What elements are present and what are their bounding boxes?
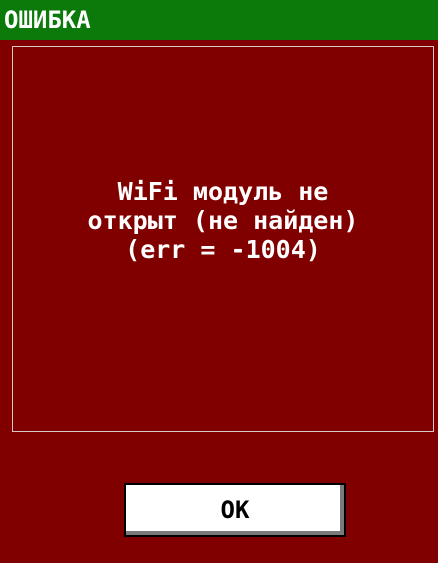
dialog-body: WiFi модуль не открыт (не найден) (err =… — [0, 40, 438, 563]
dialog-title: ОШИБКА — [0, 0, 438, 40]
message-panel: WiFi модуль не открыт (не найден) (err =… — [12, 46, 434, 432]
error-dialog: ОШИБКА WiFi модуль не открыт (не найден)… — [0, 0, 448, 563]
ok-button[interactable]: OK — [124, 483, 346, 537]
error-message: WiFi модуль не открыт (не найден) (err =… — [87, 177, 359, 264]
screen-edge — [438, 0, 448, 563]
